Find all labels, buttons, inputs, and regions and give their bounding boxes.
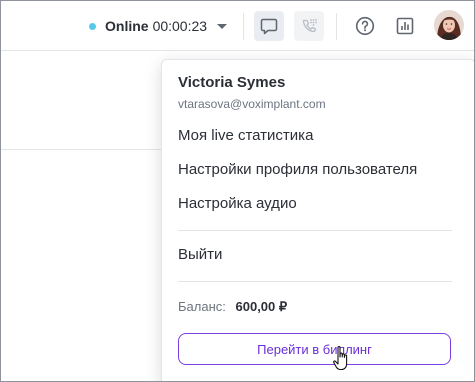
status-label: Online	[105, 18, 149, 34]
phone-button[interactable]	[294, 11, 324, 41]
user-email: vtarasova@voximplant.com	[178, 97, 326, 111]
menu-divider	[178, 230, 452, 231]
divider	[243, 13, 244, 40]
menu-item-profile-settings[interactable]: Настройки профиля пользователя	[178, 161, 417, 178]
statistics-icon	[396, 17, 414, 35]
help-button[interactable]	[350, 11, 380, 41]
statistics-button[interactable]	[390, 11, 420, 41]
menu-item-live-statistics[interactable]: Моя live статистика	[178, 127, 313, 144]
status-selector[interactable]: Online 00:00:23	[89, 16, 228, 36]
balance-value: 600,00 ₽	[235, 299, 288, 314]
help-icon	[355, 16, 375, 36]
app-window: Online 00:00:23 Victoria Symes vtarasova…	[0, 0, 475, 382]
divider	[336, 13, 337, 40]
phone-dialpad-icon	[302, 19, 317, 33]
chat-icon	[260, 18, 278, 35]
balance: Баланс: 600,00 ₽	[178, 299, 287, 315]
menu-divider	[178, 281, 452, 282]
chevron-down-icon	[217, 23, 228, 29]
balance-label: Баланс:	[178, 299, 226, 314]
menu-item-audio-settings[interactable]: Настройка аудио	[178, 195, 297, 212]
go-to-billing-button[interactable]: Перейти в биллинг	[178, 333, 451, 365]
menu-item-logout[interactable]: Выйти	[178, 246, 222, 263]
content-divider	[1, 149, 161, 150]
status-timer: 00:00:23	[152, 18, 208, 34]
user-photo-icon	[434, 10, 464, 40]
top-bar: Online 00:00:23	[1, 1, 474, 51]
avatar[interactable]	[434, 10, 464, 40]
chat-button[interactable]	[254, 11, 284, 41]
status-online-dot	[89, 22, 96, 30]
user-name: Victoria Symes	[178, 74, 286, 91]
user-menu-dropdown: Victoria Symes vtarasova@voximplant.com …	[161, 59, 474, 381]
hand-pointer-icon	[333, 346, 348, 371]
